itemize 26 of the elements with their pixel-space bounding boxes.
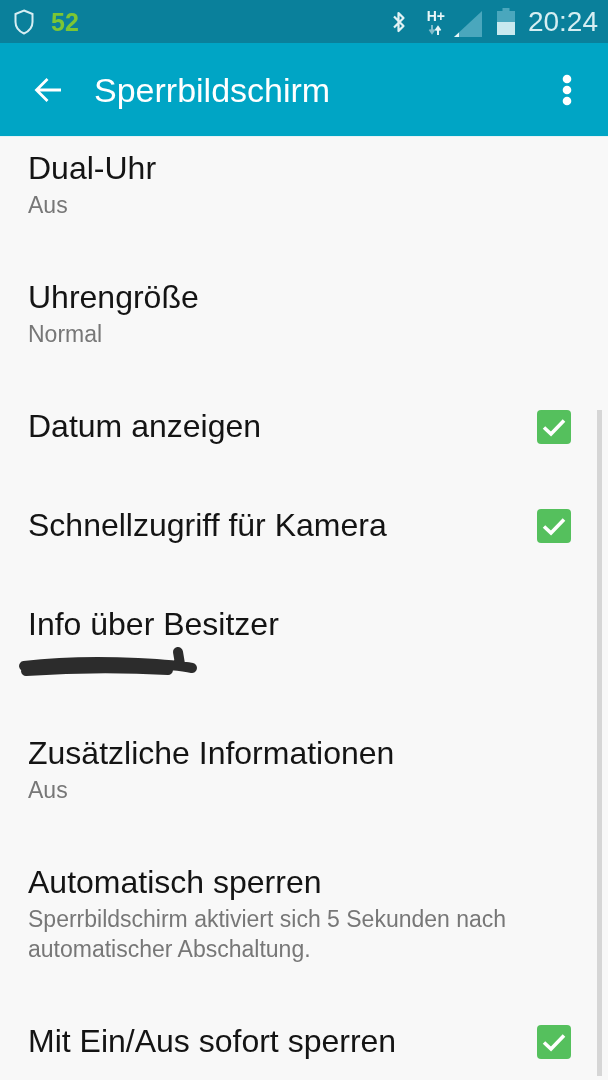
setting-title[interactable]: Automatisch sperren bbox=[28, 861, 571, 904]
setting-title[interactable]: Zusätzliche Informationen bbox=[28, 732, 571, 775]
checkbox[interactable] bbox=[537, 409, 571, 444]
data-arrows-icon bbox=[426, 24, 443, 35]
checkbox[interactable] bbox=[537, 508, 571, 543]
screen-title: Sperrbildschirm bbox=[94, 69, 331, 111]
setting-summary: Aus bbox=[28, 191, 69, 220]
checkbox[interactable] bbox=[537, 1024, 571, 1059]
setting-title[interactable]: Mit Ein/Aus sofort sperren bbox=[28, 1020, 537, 1063]
more-options-icon bbox=[562, 73, 572, 106]
battery-icon bbox=[496, 8, 515, 35]
setting-title[interactable]: Uhrengröße bbox=[28, 276, 571, 319]
back-arrow-icon bbox=[34, 76, 62, 103]
setting-title[interactable]: Schnellzugriff für Kamera bbox=[28, 504, 537, 547]
shield-icon bbox=[14, 8, 34, 35]
network-type-label: H+ bbox=[426, 8, 445, 24]
bluetooth-icon bbox=[391, 9, 406, 34]
setting-title[interactable]: Dual-Uhr bbox=[28, 147, 571, 190]
setting-summary: Sperrbildschirm aktiviert sich 5 Sekunden nach automatischer Abschaltung. bbox=[28, 905, 508, 964]
signal-icon bbox=[453, 10, 482, 37]
notification-count: 52 bbox=[51, 6, 79, 37]
setting-title[interactable]: Info über Besitzer bbox=[28, 603, 571, 646]
setting-summary: Aus bbox=[28, 776, 69, 805]
clock-time: 20:24 bbox=[527, 5, 598, 38]
setting-title[interactable]: Datum anzeigen bbox=[28, 405, 537, 448]
setting-summary: Normal bbox=[28, 320, 104, 349]
